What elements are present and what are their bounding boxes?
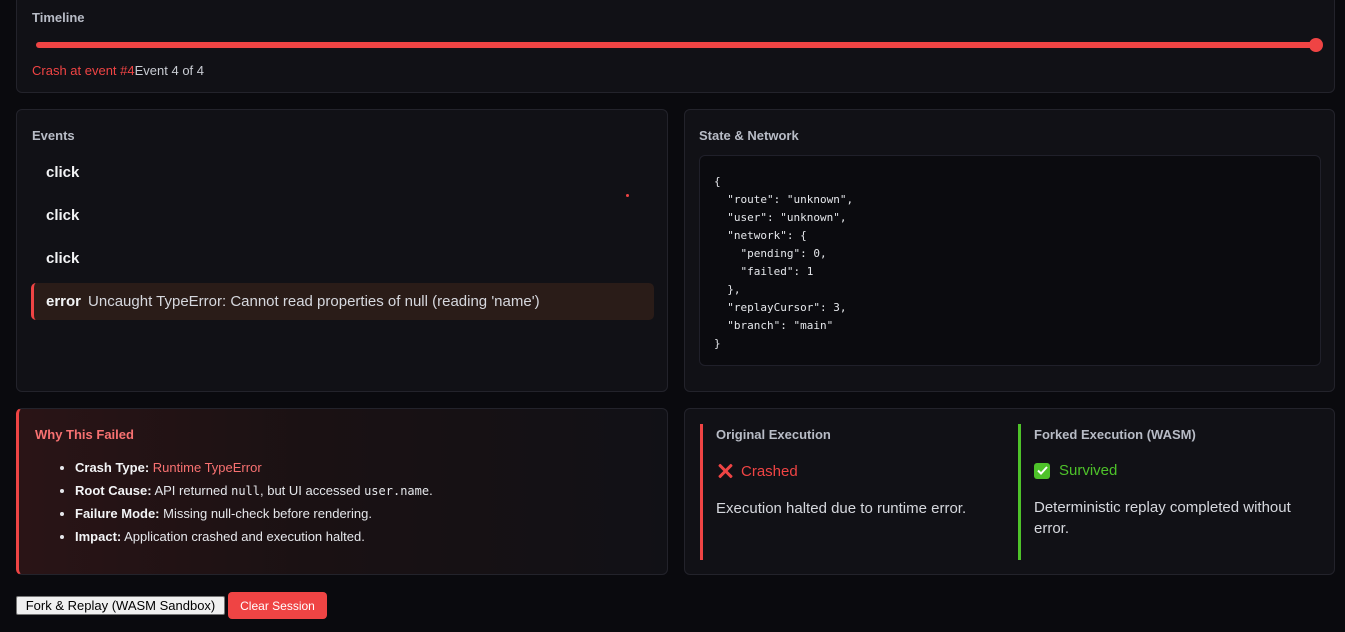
list-item: Root Cause: API returned null, but UI ac… xyxy=(75,482,433,505)
original-execution: Original Execution Crashed Execution hal… xyxy=(700,424,1000,560)
root-cause-text: , but UI accessed xyxy=(260,483,361,498)
forked-execution-description: Deterministic replay completed without e… xyxy=(1034,499,1291,537)
event-type: click xyxy=(46,250,80,267)
root-cause-label: Root Cause: xyxy=(75,483,152,498)
execution-compare-panel: Original Execution Crashed Execution hal… xyxy=(684,408,1335,575)
state-network-panel: State & Network { "route": "unknown", "u… xyxy=(684,109,1335,392)
state-title: State & Network xyxy=(699,128,799,143)
event-item[interactable]: click xyxy=(31,197,654,234)
timeline-panel: Timeline Crash at event #4Event 4 of 4 xyxy=(16,0,1335,93)
x-icon xyxy=(716,462,734,480)
event-type: error xyxy=(46,293,82,310)
forked-execution-title: Forked Execution (WASM) xyxy=(1034,427,1196,442)
original-execution-title: Original Execution xyxy=(716,427,831,442)
root-cause-code: null xyxy=(231,484,260,498)
impact-label: Impact: xyxy=(75,529,122,544)
event-type: click xyxy=(46,207,80,224)
failure-mode-value: Missing null-check before rendering. xyxy=(163,506,372,521)
state-json: { "route": "unknown", "user": "unknown",… xyxy=(714,175,854,350)
status-label: Survived xyxy=(1059,462,1118,479)
event-type: click xyxy=(46,164,80,181)
timeline-status: Crash at event #4Event 4 of 4 xyxy=(32,63,204,78)
failure-analysis-title: Why This Failed xyxy=(35,427,134,442)
forked-execution: Forked Execution (WASM) Survived Determi… xyxy=(1018,424,1318,560)
event-message: Uncaught TypeError: Cannot read properti… xyxy=(88,293,540,310)
event-counter: Event 4 of 4 xyxy=(134,63,205,78)
check-icon xyxy=(1034,462,1050,479)
state-json-viewer: { "route": "unknown", "user": "unknown",… xyxy=(699,155,1321,366)
crash-label: Crash at event #4 xyxy=(32,63,135,78)
clear-session-button[interactable]: Clear Session xyxy=(228,592,327,619)
crash-type-value: Runtime TypeError xyxy=(152,460,262,475)
list-item: Failure Mode: Missing null-check before … xyxy=(75,505,433,528)
root-cause-code: user.name xyxy=(364,484,430,498)
root-cause-text: API returned xyxy=(154,483,228,498)
timeline-progress-fill xyxy=(36,42,1316,48)
root-cause-text: . xyxy=(429,483,433,498)
event-item[interactable]: click xyxy=(31,240,654,277)
failure-analysis-panel: Why This Failed Crash Type: Runtime Type… xyxy=(16,408,668,575)
timeline-slider-thumb[interactable] xyxy=(1309,38,1323,52)
impact-value: Application crashed and execution halted… xyxy=(124,529,365,544)
events-panel: Events click click click error Uncaught … xyxy=(16,109,668,392)
crash-type-label: Crash Type: xyxy=(75,460,150,475)
list-item: Crash Type: Runtime TypeError xyxy=(75,459,433,482)
failure-details-list: Crash Type: Runtime TypeError Root Cause… xyxy=(75,459,433,551)
event-item[interactable]: click xyxy=(31,154,654,191)
event-item-error[interactable]: error Uncaught TypeError: Cannot read pr… xyxy=(31,283,654,320)
timeline-slider[interactable] xyxy=(36,38,1323,52)
status-label: Crashed xyxy=(741,462,798,480)
timeline-title: Timeline xyxy=(32,10,85,25)
failure-mode-label: Failure Mode: xyxy=(75,506,160,521)
original-execution-description: Execution halted due to runtime error. xyxy=(716,500,967,517)
list-item: Impact: Application crashed and executio… xyxy=(75,528,433,551)
original-execution-status: Crashed xyxy=(716,462,1000,480)
marker-dot-icon xyxy=(626,194,629,197)
fork-replay-button[interactable]: Fork & Replay (WASM Sandbox) xyxy=(16,596,225,615)
forked-execution-status: Survived xyxy=(1034,462,1318,479)
events-title: Events xyxy=(32,128,75,143)
